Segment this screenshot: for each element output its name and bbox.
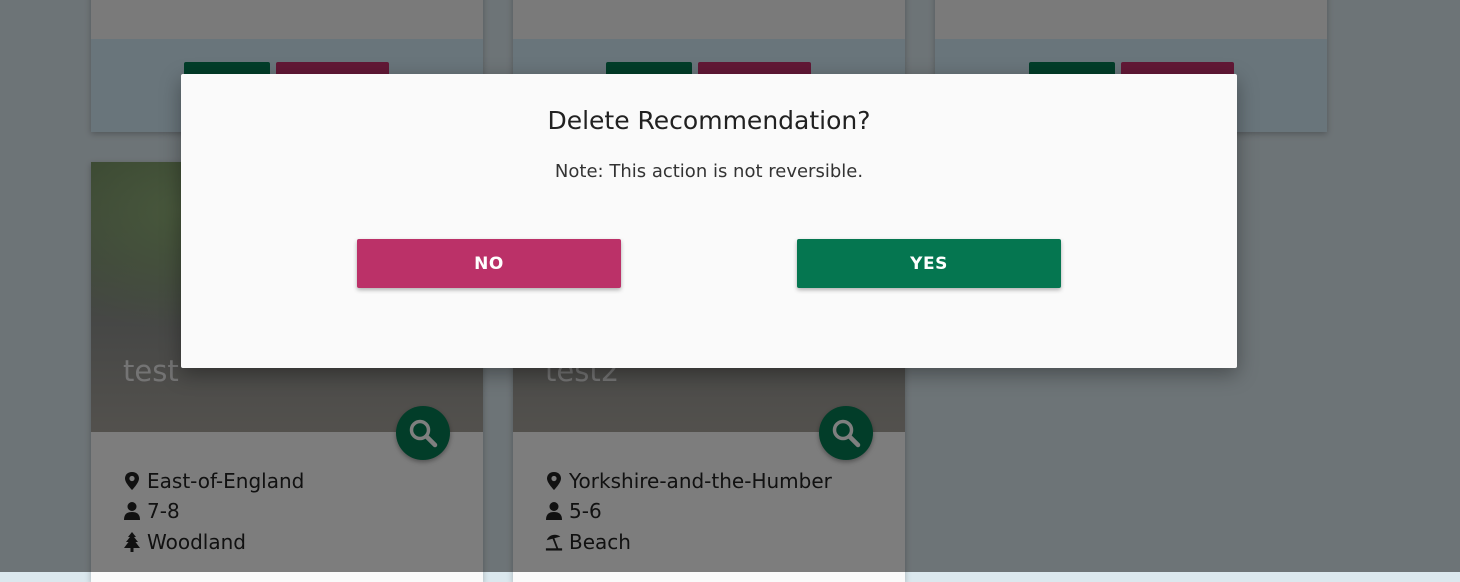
delete-confirmation-dialog: Delete Recommendation? Note: This action… <box>181 74 1237 368</box>
no-button[interactable]: NO <box>357 239 621 288</box>
yes-button[interactable]: YES <box>797 239 1061 288</box>
dialog-note: Note: This action is not reversible. <box>554 161 864 182</box>
dialog-title: Delete Recommendation? <box>547 106 871 135</box>
